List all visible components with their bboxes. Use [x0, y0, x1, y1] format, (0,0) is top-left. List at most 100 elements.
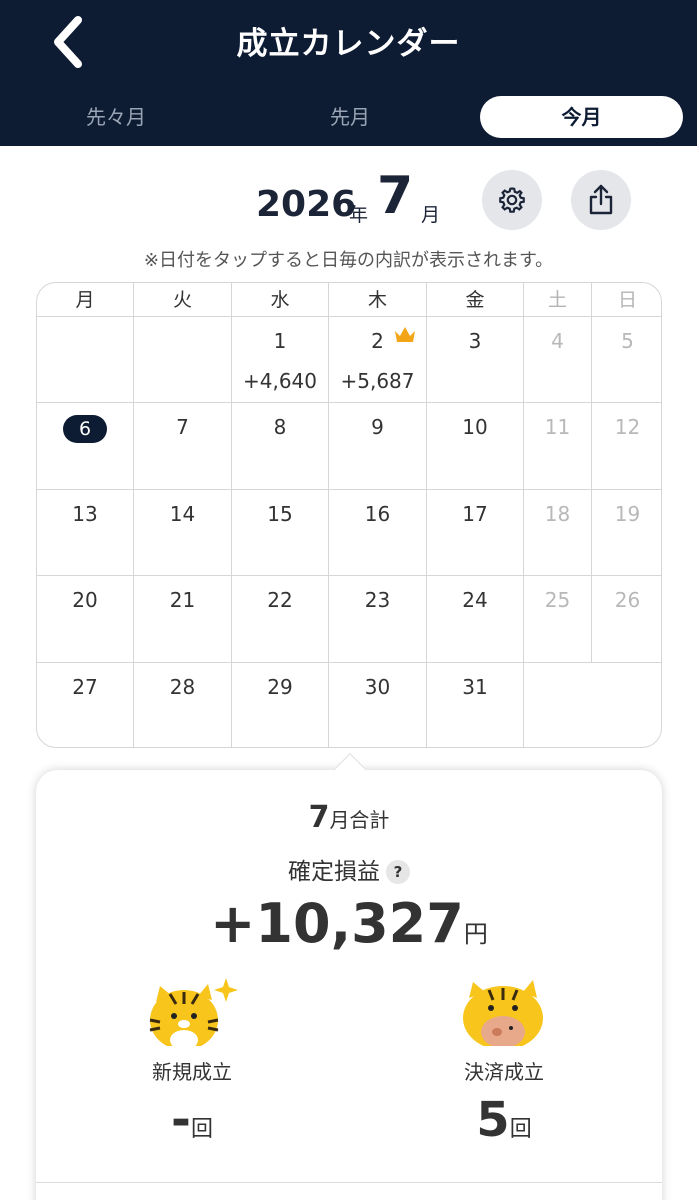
day-profit: +4,640: [242, 369, 317, 393]
calendar-day-cell[interactable]: 20: [37, 576, 134, 663]
realized-pl-label: 確定損益: [288, 859, 380, 885]
crown-icon: [395, 327, 415, 342]
gear-icon: [499, 187, 525, 213]
day-number: 26: [614, 588, 641, 613]
calendar-empty-cell: [37, 317, 134, 404]
tiger-mascot-icon: [149, 978, 238, 1046]
help-icon[interactable]: ?: [386, 860, 410, 884]
calendar-day-cell[interactable]: 15: [232, 489, 329, 577]
summary-month-suffix: 月合計: [329, 808, 390, 832]
calendar-day-cell[interactable]: 28: [134, 662, 232, 747]
weekday-header: 金: [427, 283, 524, 317]
new-trades-label: 新規成立: [152, 1060, 232, 1084]
calendar-day-cell[interactable]: 30: [329, 662, 427, 747]
day-number: 16: [364, 501, 391, 526]
monthly-summary-card: 7月合計 確定損益? +10,327円 新規成立 -回 決済成立 5回: [36, 770, 662, 1200]
calendar-empty-cell: [524, 663, 661, 747]
page-title: 成立カレンダー: [236, 26, 461, 62]
realized-pl-unit: 円: [463, 920, 488, 948]
day-number: 15: [267, 501, 293, 526]
calendar-day-cell[interactable]: 13: [37, 489, 134, 577]
day-number: 21: [169, 588, 196, 613]
day-number: 1: [273, 329, 287, 353]
calendar-day-cell[interactable]: 3: [427, 317, 524, 404]
day-number: 5: [621, 329, 634, 353]
share-button[interactable]: [571, 170, 631, 230]
tab-last-month[interactable]: 先月: [262, 96, 438, 138]
realized-pl-total: +10,327円: [36, 892, 662, 955]
calendar-day-cell[interactable]: 9: [329, 403, 427, 490]
day-number: 18: [544, 501, 571, 526]
weekday-header: 木: [329, 283, 427, 317]
calendar-day-cell[interactable]: 4: [524, 317, 592, 404]
calendar-day-cell[interactable]: 23: [329, 576, 427, 663]
calendar-day-cell[interactable]: 26: [592, 576, 661, 663]
calendar-day-cell[interactable]: 21: [134, 576, 232, 663]
day-number: 11: [544, 415, 571, 440]
tab-this-month[interactable]: 今月: [480, 96, 683, 138]
calendar-empty-cell: [134, 317, 232, 404]
summary-month: 7: [308, 800, 330, 835]
calendar-day-cell[interactable]: 11: [524, 403, 592, 490]
closed-trades-count: 5回: [404, 1092, 604, 1148]
summary-divider: [36, 1182, 662, 1183]
calendar-day-cell[interactable]: 12: [592, 403, 661, 490]
day-number: 19: [614, 501, 641, 526]
new-trades-value: -: [171, 1092, 191, 1148]
closed-trades-label: 決済成立: [464, 1060, 544, 1084]
calendar-day-cell[interactable]: 18: [524, 489, 592, 577]
day-number: 12: [614, 415, 641, 440]
weekday-header: 月: [37, 283, 134, 317]
month-label: 7: [377, 166, 414, 226]
calendar-day-cell[interactable]: 6: [37, 403, 134, 490]
calendar-day-cell[interactable]: 1 +4,640: [232, 317, 329, 404]
day-number: 17: [462, 501, 488, 526]
app-header: 成立カレンダー 先々月 先月 今月: [0, 0, 697, 146]
calendar-day-cell[interactable]: 10: [427, 403, 524, 490]
today-marker: 6: [37, 415, 133, 444]
calendar-day-cell[interactable]: 25: [524, 576, 592, 663]
day-number: 28: [169, 674, 196, 699]
day-number: 23: [364, 588, 391, 613]
day-number: 25: [544, 588, 571, 613]
day-number: 3: [468, 329, 482, 353]
day-number: 22: [267, 588, 293, 613]
summary-month-heading: 7月合計: [36, 800, 662, 835]
weekday-header: 土: [524, 283, 592, 317]
tap-hint-note: ※日付をタップすると日毎の内訳が表示されます。: [143, 250, 554, 271]
day-number: 27: [72, 674, 98, 699]
day-number: 8: [273, 415, 287, 440]
year-unit: 年: [349, 204, 369, 226]
weekday-header: 水: [232, 283, 329, 317]
new-trades-count: -回: [92, 1092, 292, 1148]
calendar-day-cell[interactable]: 14: [134, 489, 232, 577]
realized-pl-value: +10,327: [210, 892, 464, 955]
calendar-day-cell[interactable]: 2 +5,687: [329, 317, 427, 404]
realized-pl-heading: 確定損益?: [36, 852, 662, 886]
calendar-day-cell[interactable]: 29: [232, 662, 329, 747]
day-number: 10: [462, 415, 488, 440]
calendar-day-cell[interactable]: 7: [134, 403, 232, 490]
day-number: 31: [462, 674, 488, 699]
day-number: 6: [63, 415, 107, 444]
tab-two-months-ago[interactable]: 先々月: [28, 96, 204, 138]
calendar-day-cell[interactable]: 8: [232, 403, 329, 490]
calendar-day-cell[interactable]: 24: [427, 576, 524, 663]
calendar-day-cell[interactable]: 5: [592, 317, 661, 404]
day-number: 13: [72, 501, 98, 526]
day-number: 7: [176, 415, 189, 440]
day-number: 20: [72, 588, 98, 613]
calendar-day-cell[interactable]: 17: [427, 489, 524, 577]
day-number: 30: [364, 674, 391, 699]
calendar-day-cell[interactable]: 22: [232, 576, 329, 663]
month-unit: 月: [421, 204, 441, 226]
weekday-header: 火: [134, 283, 232, 317]
calendar-day-cell[interactable]: 31: [427, 662, 524, 747]
calendar-day-cell[interactable]: 19: [592, 490, 661, 577]
closed-trades-unit: 回: [509, 1117, 532, 1142]
calendar-day-cell[interactable]: 16: [329, 489, 427, 577]
calendar-day-cell[interactable]: 27: [37, 662, 134, 747]
settings-button[interactable]: [482, 170, 542, 230]
day-number: 9: [371, 415, 384, 440]
day-number: 14: [169, 501, 196, 526]
